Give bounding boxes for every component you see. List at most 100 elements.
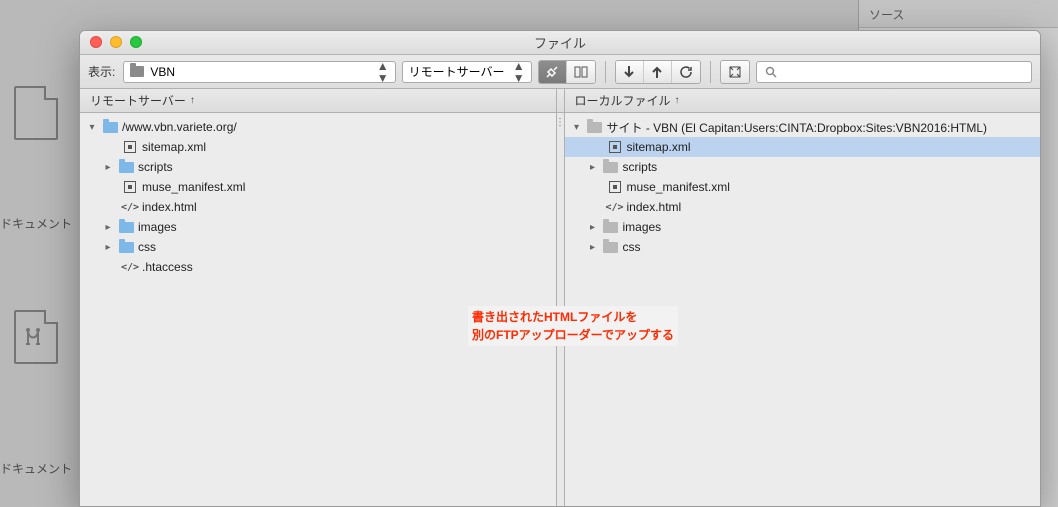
tree-label: .htaccess — [142, 260, 193, 274]
bg-doc-icon — [14, 310, 58, 364]
sync-button[interactable] — [672, 61, 700, 83]
remote-tree: ▾ /www.vbn.variete.org/ sitemap.xml ▸ sc… — [80, 113, 556, 281]
disclosure-open-icon[interactable]: ▾ — [571, 122, 583, 133]
sort-arrow-icon: ↑ — [675, 95, 680, 106]
tree-item[interactable]: </> index.html — [80, 197, 556, 217]
bg-panel-header: ソース — [859, 0, 1058, 28]
tree-label: index.html — [627, 200, 682, 214]
folder-icon — [118, 239, 134, 255]
panel-headers: リモートサーバー ↑ ローカルファイル ↑ — [80, 89, 1040, 113]
tree-item[interactable]: muse_manifest.xml — [565, 177, 1041, 197]
put-button[interactable] — [644, 61, 672, 83]
remote-header-label: リモートサーバー — [90, 92, 186, 109]
disclosure-closed-icon[interactable]: ▸ — [587, 242, 599, 253]
toolbar: 表示: VBN ▲▼ リモートサーバー ▲▼ — [80, 55, 1040, 89]
disclosure-closed-icon[interactable]: ▸ — [587, 222, 599, 233]
target-icon — [122, 139, 138, 155]
maximize-button[interactable] — [130, 36, 142, 48]
site-name: VBN — [150, 65, 175, 79]
connect-button[interactable] — [539, 61, 567, 83]
tree-label: css — [623, 240, 641, 254]
folder-icon — [603, 239, 619, 255]
tree-label: /www.vbn.variete.org/ — [122, 120, 237, 134]
folder-icon — [130, 66, 144, 77]
tree-label: scripts — [138, 160, 173, 174]
code-icon: </> — [122, 259, 138, 275]
folder-icon — [587, 119, 603, 135]
search-icon — [765, 66, 777, 78]
expand-icon — [728, 65, 742, 79]
close-button[interactable] — [90, 36, 102, 48]
server-selector[interactable]: リモートサーバー ▲▼ — [402, 61, 532, 83]
get-button[interactable] — [616, 61, 644, 83]
titlebar[interactable]: ファイル — [80, 31, 1040, 55]
transfer-group — [615, 60, 701, 84]
folder-icon — [603, 159, 619, 175]
refresh-icon — [679, 65, 693, 79]
tree-item[interactable]: </> .htaccess — [80, 257, 556, 277]
folder-icon — [603, 219, 619, 235]
minimize-button[interactable] — [110, 36, 122, 48]
expand-button[interactable] — [721, 61, 749, 83]
site-selector[interactable]: VBN ▲▼ — [123, 61, 395, 83]
disclosure-closed-icon[interactable]: ▸ — [587, 162, 599, 173]
chevron-icon: ▲▼ — [377, 60, 389, 84]
local-tree: ▾ サイト - VBN (El Capitan:Users:CINTA:Drop… — [565, 113, 1041, 261]
show-label: 表示: — [88, 63, 115, 80]
plug-icon — [545, 65, 559, 79]
tree-item[interactable]: ▸ scripts — [80, 157, 556, 177]
tree-label: muse_manifest.xml — [142, 180, 245, 194]
annotation-overlay: 書き出されたHTMLファイルを 別のFTPアップローダーでアップする — [468, 306, 678, 346]
target-icon — [607, 139, 623, 155]
window-title: ファイル — [534, 33, 586, 52]
chevron-icon: ▲▼ — [513, 60, 525, 84]
disclosure-closed-icon[interactable]: ▸ — [102, 242, 114, 253]
tree-item[interactable]: ▸ css — [80, 237, 556, 257]
arrow-up-icon — [651, 65, 663, 79]
connection-group — [538, 60, 596, 84]
annotation-line: 書き出されたHTMLファイルを — [472, 308, 674, 326]
disclosure-open-icon[interactable]: ▾ — [86, 122, 98, 133]
tree-label: muse_manifest.xml — [627, 180, 730, 194]
tree-root[interactable]: ▾ サイト - VBN (El Capitan:Users:CINTA:Drop… — [565, 117, 1041, 137]
remote-panel-header[interactable]: リモートサーバー ↑ — [80, 89, 557, 112]
columns-icon — [574, 65, 588, 79]
code-icon: </> — [122, 199, 138, 215]
tree-label: images — [138, 220, 177, 234]
bg-pen-icon — [24, 326, 50, 352]
arrow-down-icon — [623, 65, 635, 79]
divider — [605, 61, 606, 83]
annotation-line: 別のFTPアップローダーでアップする — [472, 326, 674, 344]
tree-item[interactable]: ▸ images — [80, 217, 556, 237]
folder-icon — [118, 159, 134, 175]
bg-doc-icon — [14, 86, 58, 140]
folder-icon — [102, 119, 118, 135]
expand-group — [720, 60, 750, 84]
search-input[interactable] — [756, 61, 1032, 83]
tree-item[interactable]: ▸ css — [565, 237, 1041, 257]
tree-root[interactable]: ▾ /www.vbn.variete.org/ — [80, 117, 556, 137]
bg-doc-label: ドキュメント — [0, 215, 72, 232]
tree-label: images — [623, 220, 662, 234]
tree-item[interactable]: sitemap.xml — [565, 137, 1041, 157]
tree-label: sitemap.xml — [627, 140, 691, 154]
tree-label: scripts — [623, 160, 658, 174]
view-mode-button[interactable] — [567, 61, 595, 83]
disclosure-closed-icon[interactable]: ▸ — [102, 162, 114, 173]
tree-item[interactable]: sitemap.xml — [80, 137, 556, 157]
server-select-label: リモートサーバー — [409, 63, 505, 80]
tree-item[interactable]: ▸ images — [565, 217, 1041, 237]
local-header-label: ローカルファイル — [575, 92, 671, 109]
tree-label: サイト - VBN (El Capitan:Users:CINTA:Dropbo… — [607, 119, 988, 136]
folder-icon — [118, 219, 134, 235]
tree-label: index.html — [142, 200, 197, 214]
tree-item[interactable]: ▸ scripts — [565, 157, 1041, 177]
tree-item[interactable]: </> index.html — [565, 197, 1041, 217]
tree-label: sitemap.xml — [142, 140, 206, 154]
files-window: ファイル 表示: VBN ▲▼ リモートサーバー ▲▼ — [79, 30, 1041, 507]
disclosure-closed-icon[interactable]: ▸ — [102, 222, 114, 233]
traffic-lights — [90, 36, 142, 48]
tree-label: css — [138, 240, 156, 254]
local-panel-header[interactable]: ローカルファイル ↑ — [565, 89, 1041, 112]
tree-item[interactable]: muse_manifest.xml — [80, 177, 556, 197]
